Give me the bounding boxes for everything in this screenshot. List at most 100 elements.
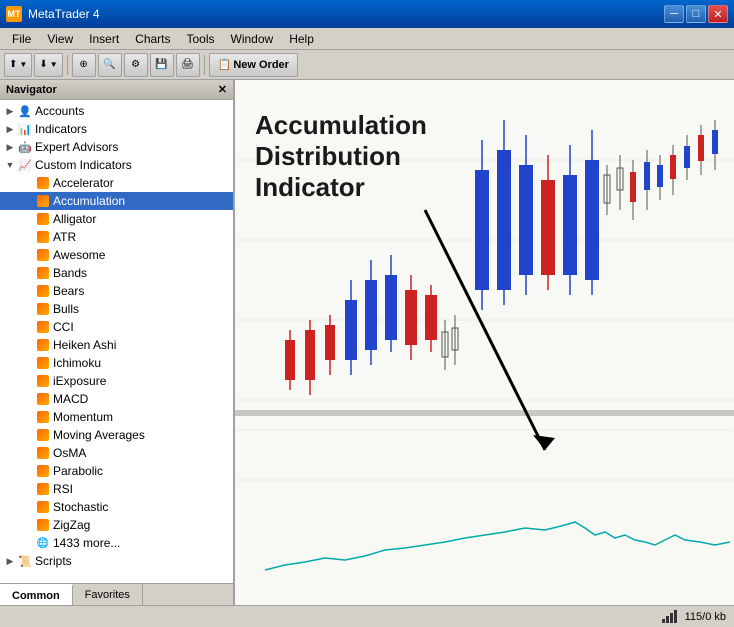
cci-label: CCI (53, 320, 74, 334)
nav-item-zigzag[interactable]: ZigZag (0, 516, 233, 534)
nav-item-accelerator[interactable]: Accelerator (0, 174, 233, 192)
indicator-icon-acc (36, 176, 50, 190)
menu-charts[interactable]: Charts (127, 30, 178, 48)
maximize-button[interactable]: □ (686, 5, 706, 23)
toolbar-separator2 (204, 55, 205, 75)
menu-help[interactable]: Help (281, 30, 322, 48)
atr-label: ATR (53, 230, 76, 244)
close-button[interactable]: ✕ (708, 5, 728, 23)
nav-item-more[interactable]: 🌐 1433 more... (0, 534, 233, 552)
indicator-icon-macd (36, 392, 50, 406)
main-area: Navigator ✕ ▶ 👤 Accounts ▶ 📊 Indicators … (0, 80, 734, 605)
nav-item-osma[interactable]: OsMA (0, 444, 233, 462)
nav-item-macd[interactable]: MACD (0, 390, 233, 408)
new-order-icon: 📋 (218, 58, 232, 71)
tab-favorites[interactable]: Favorites (73, 584, 143, 605)
toolbar-properties-button[interactable]: ⚙ (124, 53, 148, 77)
signal-indicator (662, 610, 677, 623)
moving-averages-label: Moving Averages (53, 428, 145, 442)
memory-status: 115/0 kb (685, 611, 726, 623)
iexposure-label: iExposure (53, 374, 106, 388)
indicator-icon-osma (36, 446, 50, 460)
properties-icon: ⚙ (131, 59, 140, 70)
toolbar-fwd-button[interactable]: ⬇ ▼ (34, 53, 62, 77)
new-order-button[interactable]: 📋 New Order (209, 53, 298, 77)
momentum-label: Momentum (53, 410, 113, 424)
toolbar-zoom-in-button[interactable]: 🔍 (98, 53, 122, 77)
nav-item-bears[interactable]: Bears (0, 282, 233, 300)
signal-bars (662, 610, 677, 623)
signal-bar-1 (662, 619, 665, 623)
indicator-icon-rsi (36, 482, 50, 496)
nav-item-bands[interactable]: Bands (0, 264, 233, 282)
toolbar-crosshair-button[interactable]: ⊕ (72, 53, 96, 77)
arrow-left-icon: ⬆ (9, 59, 17, 70)
expand-icon: ▶ (4, 105, 16, 117)
indicator-icon-aw (36, 248, 50, 262)
alligator-label: Alligator (53, 212, 96, 226)
menu-insert[interactable]: Insert (81, 30, 127, 48)
nav-item-parabolic[interactable]: Parabolic (0, 462, 233, 480)
nav-item-stochastic[interactable]: Stochastic (0, 498, 233, 516)
accelerator-label: Accelerator (53, 176, 114, 190)
indicator-icon-accum (36, 194, 50, 208)
title-bar-left: MT MetaTrader 4 (6, 6, 100, 22)
signal-bar-2 (666, 616, 669, 623)
nav-item-heiken[interactable]: Heiken Ashi (0, 336, 233, 354)
chart-annotation: Accumulation Distribution Indicator (255, 110, 427, 204)
nav-item-iexposure[interactable]: iExposure (0, 372, 233, 390)
crosshair-icon: ⊕ (79, 59, 87, 70)
menu-window[interactable]: Window (223, 30, 282, 48)
print-icon: 🖨 (181, 59, 194, 70)
navigator-tabs: Common Favorites (0, 583, 233, 605)
scripts-icon: 📜 (18, 554, 32, 568)
toolbar-print-button[interactable]: 🖨 (176, 53, 200, 77)
indicator-icon-bands (36, 266, 50, 280)
parabolic-label: Parabolic (53, 464, 103, 478)
nav-item-awesome[interactable]: Awesome (0, 246, 233, 264)
indicator-icon-ma (36, 428, 50, 442)
nav-item-atr[interactable]: ATR (0, 228, 233, 246)
annotation-line3: Indicator (255, 172, 427, 203)
nav-item-ichimoku[interactable]: Ichimoku (0, 354, 233, 372)
menu-view[interactable]: View (39, 30, 81, 48)
dropdown-arrow-icon: ▼ (19, 60, 27, 69)
indicator-icon-cci (36, 320, 50, 334)
nav-item-custom-indicators[interactable]: ▼ 📈 Custom Indicators (0, 156, 233, 174)
nav-item-momentum[interactable]: Momentum (0, 408, 233, 426)
indicators-icon: 📊 (18, 122, 32, 136)
heiken-label: Heiken Ashi (53, 338, 116, 352)
rsi-label: RSI (53, 482, 73, 496)
nav-item-cci[interactable]: CCI (0, 318, 233, 336)
toolbar-save-button[interactable]: 💾 (150, 53, 174, 77)
menu-bar: File View Insert Charts Tools Window Hel… (0, 28, 734, 50)
navigator-close-button[interactable]: ✕ (218, 83, 227, 96)
nav-item-alligator[interactable]: Alligator (0, 210, 233, 228)
arrow-right-icon: ⬇ (39, 59, 47, 70)
menu-file[interactable]: File (4, 30, 39, 48)
nav-item-accumulation[interactable]: Accumulation (0, 192, 233, 210)
nav-item-bulls[interactable]: Bulls (0, 300, 233, 318)
app-icon: MT (6, 6, 22, 22)
menu-tools[interactable]: Tools (179, 30, 223, 48)
tab-common[interactable]: Common (0, 584, 73, 605)
scripts-label: Scripts (35, 554, 72, 568)
nav-item-indicators[interactable]: ▶ 📊 Indicators (0, 120, 233, 138)
nav-item-scripts[interactable]: ▶ 📜 Scripts (0, 552, 233, 570)
minimize-button[interactable]: ─ (664, 5, 684, 23)
signal-bar-4 (674, 610, 677, 623)
chart-area[interactable]: Accumulation Distribution Indicator (235, 80, 734, 605)
nav-item-accounts[interactable]: ▶ 👤 Accounts (0, 102, 233, 120)
nav-item-moving-averages[interactable]: Moving Averages (0, 426, 233, 444)
nav-item-experts[interactable]: ▶ 🤖 Expert Advisors (0, 138, 233, 156)
custom-indicators-label: Custom Indicators (35, 158, 132, 172)
expand-icon-scripts: ▶ (4, 555, 16, 567)
annotation-line2: Distribution (255, 141, 427, 172)
signal-bar-3 (670, 613, 673, 623)
zigzag-label: ZigZag (53, 518, 90, 532)
toolbar-back-button[interactable]: ⬆ ▼ (4, 53, 32, 77)
indicator-icon-allig (36, 212, 50, 226)
indicator-icon-ichi (36, 356, 50, 370)
indicator-icon-bulls (36, 302, 50, 316)
nav-item-rsi[interactable]: RSI (0, 480, 233, 498)
